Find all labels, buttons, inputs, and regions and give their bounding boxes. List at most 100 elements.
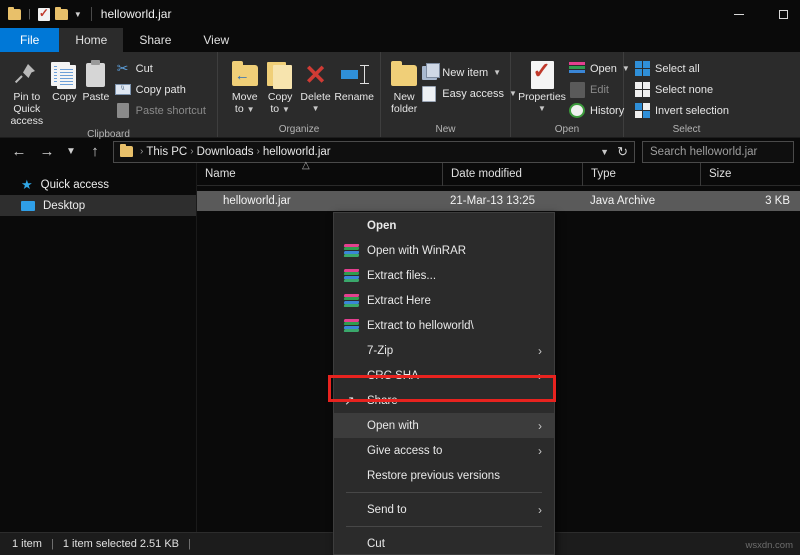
table-row[interactable]: helloworld.jar 21-Mar-13 13:25 Java Arch…: [197, 191, 800, 211]
breadcrumb-separator: ›: [190, 146, 193, 157]
sidebar-item-desktop[interactable]: Desktop: [0, 195, 196, 216]
context-menu-label: CRC SHA: [344, 370, 419, 382]
breadcrumb-separator: ›: [140, 146, 143, 157]
context-menu-item-open-with[interactable]: Open with ›: [334, 413, 554, 438]
copy-to-button[interactable]: Copy to ▼: [263, 56, 296, 116]
tab-file[interactable]: File: [0, 28, 59, 52]
move-to-line2: to ▼: [235, 103, 255, 116]
quick-access-toolbar: | ▼: [8, 8, 82, 21]
new-item-button[interactable]: New item ▼: [419, 62, 522, 83]
context-menu-item-crc-sha[interactable]: CRC SHA ›: [334, 363, 554, 388]
cut-button[interactable]: ✂ Cut: [113, 58, 211, 79]
group-label-organize: Organize: [218, 122, 380, 137]
column-headers: Name Date modified Type Size △: [197, 163, 800, 186]
context-menu-label: Share: [365, 395, 398, 407]
context-menu-item-extract-files[interactable]: Extract files...: [334, 263, 554, 288]
easy-access-button[interactable]: Easy access ▼: [419, 83, 522, 104]
column-header-size[interactable]: Size: [700, 163, 800, 186]
properties-icon: [531, 59, 554, 91]
ribbon-group-organize: ← Move to ▼ Copy to ▼ ✕: [218, 52, 381, 137]
search-input[interactable]: Search helloworld.jar: [642, 141, 794, 163]
column-header-type[interactable]: Type: [582, 163, 700, 186]
forward-button[interactable]: →: [34, 140, 60, 164]
context-menu-label: Extract Here: [365, 295, 431, 307]
sidebar-item-quick-access[interactable]: ★ Quick access: [0, 174, 196, 195]
history-label: History: [590, 105, 624, 117]
group-label-open: Open: [511, 122, 623, 137]
refresh-icon[interactable]: ↻: [617, 144, 628, 160]
move-to-button[interactable]: ← Move to ▼: [228, 56, 261, 116]
context-menu-item-cut[interactable]: Cut: [334, 531, 554, 555]
chevron-right-icon: ›: [538, 369, 542, 383]
column-header-name[interactable]: Name: [197, 163, 442, 186]
select-none-button[interactable]: Select none: [632, 79, 734, 100]
java-archive-icon: [205, 194, 217, 208]
context-menu-item-restore-previous-versions[interactable]: Restore previous versions: [334, 463, 554, 488]
breadcrumb[interactable]: › This PC › Downloads › helloworld.jar ▼…: [113, 141, 635, 163]
context-menu-label: Send to: [344, 504, 407, 516]
tab-view[interactable]: View: [187, 28, 245, 52]
select-none-icon: [634, 82, 650, 98]
properties-button[interactable]: Properties ▼: [519, 56, 565, 115]
clipboard-small-commands: ✂ Cut \\ Copy path Paste shortcut: [113, 56, 211, 121]
copy-button[interactable]: Copy: [50, 56, 80, 103]
up-arrow-icon: ↑: [91, 143, 99, 160]
rename-button[interactable]: Rename: [334, 56, 374, 103]
breadcrumb-item-helloworld[interactable]: helloworld.jar: [263, 146, 331, 158]
paste-shortcut-label: Paste shortcut: [136, 105, 206, 117]
invert-selection-button[interactable]: Invert selection: [632, 100, 734, 121]
context-menu-item-give-access-to[interactable]: Give access to ›: [334, 438, 554, 463]
navigation-pane: ★ Quick access Desktop: [0, 163, 197, 532]
status-selection: 1 item selected 2.51 KB: [63, 538, 179, 550]
context-menu-item-open[interactable]: Open: [334, 213, 554, 238]
folder-icon[interactable]: [8, 9, 21, 20]
new-folder-button[interactable]: New folder: [391, 56, 417, 115]
paste-label: Paste: [82, 91, 109, 103]
context-menu-separator: [346, 526, 542, 527]
edit-icon: [569, 82, 585, 98]
properties-icon[interactable]: [38, 8, 50, 21]
tab-share[interactable]: Share: [123, 28, 187, 52]
copy-path-button[interactable]: \\ Copy path: [113, 79, 211, 100]
recent-locations-button[interactable]: ▼: [62, 140, 80, 164]
file-name-cell: helloworld.jar: [197, 194, 442, 208]
context-menu-item-share[interactable]: ↗ Share: [334, 388, 554, 413]
new-folder-icon[interactable]: [55, 9, 68, 20]
minimize-button[interactable]: [716, 0, 761, 28]
context-menu-label: Extract to helloworld\: [365, 320, 474, 332]
cut-label: Cut: [136, 63, 153, 75]
context-menu-item-extract-to-folder[interactable]: Extract to helloworld\: [334, 313, 554, 338]
chevron-right-icon: ›: [538, 344, 542, 358]
ribbon-group-clipboard: Pin to Quick access Copy Paste: [0, 52, 218, 137]
new-item-icon: [421, 65, 437, 81]
chevron-down-icon[interactable]: ▼: [74, 10, 82, 19]
breadcrumb-separator: ›: [257, 146, 260, 157]
back-button[interactable]: ←: [6, 140, 32, 164]
select-all-button[interactable]: Select all: [632, 58, 734, 79]
file-explorer-window: | ▼ helloworld.jar File Home Share View: [0, 0, 800, 555]
chevron-right-icon: ›: [538, 444, 542, 458]
breadcrumb-item-downloads[interactable]: Downloads: [197, 146, 254, 158]
up-button[interactable]: ↑: [82, 140, 108, 164]
open-label: Open: [590, 63, 617, 75]
context-menu-item-7zip[interactable]: 7-Zip ›: [334, 338, 554, 363]
paste-shortcut-button[interactable]: Paste shortcut: [113, 100, 211, 121]
address-dropdown-icon[interactable]: ▼: [600, 147, 609, 157]
pin-to-quick-access-button[interactable]: Pin to Quick access: [6, 56, 48, 127]
sidebar-item-label: Desktop: [43, 200, 85, 212]
tab-home[interactable]: Home: [59, 28, 123, 52]
pin-label-line2: access: [10, 115, 43, 127]
delete-button[interactable]: ✕ Delete ▼: [299, 56, 332, 115]
context-menu-label: Open with: [344, 420, 419, 432]
copy-to-line2: to ▼: [270, 103, 290, 116]
paste-button[interactable]: Paste: [81, 56, 111, 103]
breadcrumb-item-this-pc[interactable]: This PC: [146, 146, 187, 158]
context-menu-item-send-to[interactable]: Send to ›: [334, 497, 554, 522]
new-folder-line1: New: [394, 91, 415, 103]
minimize-icon: [734, 14, 744, 15]
new-small-commands: New item ▼ Easy access ▼: [419, 56, 522, 104]
column-header-date-modified[interactable]: Date modified: [442, 163, 582, 186]
context-menu-item-open-with-winrar[interactable]: Open with WinRAR: [334, 238, 554, 263]
context-menu-item-extract-here[interactable]: Extract Here: [334, 288, 554, 313]
maximize-button[interactable]: [761, 0, 800, 28]
